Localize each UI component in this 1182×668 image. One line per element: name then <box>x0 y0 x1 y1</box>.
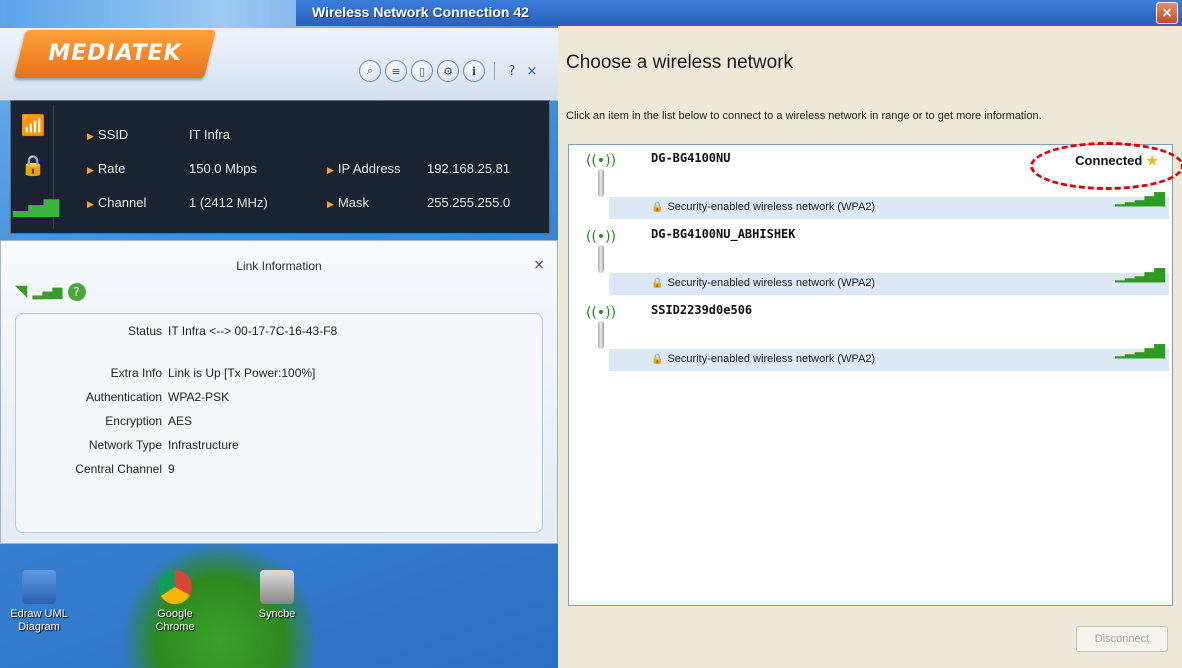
network-security: Security-enabled wireless network (WPA2) <box>651 277 875 289</box>
row-key: Extra Info <box>110 366 162 380</box>
rate-label: Rate <box>87 161 125 176</box>
help-button[interactable]: ? <box>504 64 520 79</box>
channel-label: Channel <box>87 195 146 210</box>
desktop-icon-edraw[interactable]: Edraw UML Diagram <box>4 570 74 634</box>
choose-network-description: Click an item in the list below to conne… <box>566 110 1042 122</box>
antenna-icon: 📶 <box>20 113 46 137</box>
ssid-label: SSID <box>87 127 128 142</box>
link-row-encryption: Encryption AES <box>16 414 192 428</box>
wireless-antenna-icon: ((•)) <box>583 305 619 365</box>
row-key: Network Type <box>88 438 162 452</box>
row-key: Central Channel <box>75 462 162 476</box>
wireless-antenna-icon: ((•)) <box>583 229 619 289</box>
ip-address-value: 192.168.25.81 <box>427 161 511 176</box>
row-value: Link is Up [Tx Power:100%] <box>168 366 316 380</box>
network-item-ssid2239d0e506[interactable]: ((•)) SSID2239d0e506 Security-enabled wi… <box>569 297 1172 373</box>
link-information-panel: Link Information × ◥ ▂▄▆ ? Status IT Infr… <box>0 240 558 544</box>
link-row-central-channel: Central Channel 9 <box>16 462 175 476</box>
network-item-dg-bg4100nu-abhishek[interactable]: ((•)) DG-BG4100NU_ABHISHEK Security-enab… <box>569 221 1172 297</box>
row-key: Status <box>127 324 162 338</box>
channel-value: 1 (2412 MHz) <box>189 195 268 210</box>
signal-strength-icon: ▁▂▃▅▇ <box>1115 267 1165 283</box>
connection-status-panel: 📶 🔒 ▂▄▆ SSID IT Infra Rate 150.0 Mbps Ch… <box>10 100 550 234</box>
logo-text: MEDIATEK <box>48 41 182 66</box>
link-row-authentication: Authentication WPA2-PSK <box>16 390 229 404</box>
desktop-icon-label: Edraw UML Diagram <box>10 608 68 633</box>
row-value: WPA2-PSK <box>168 390 230 404</box>
link-row-network-type: Network Type Infrastructure <box>16 438 239 452</box>
list-icon[interactable]: ≡ <box>385 60 407 82</box>
edraw-icon <box>22 570 56 604</box>
toolbar-divider <box>494 62 495 80</box>
row-key: Encryption <box>105 414 162 428</box>
wifi-icon[interactable]: ◥ <box>15 281 27 300</box>
signal-strength-icon: ▁▂▃▅▇ <box>1115 343 1165 359</box>
network-name: DG-BG4100NU <box>651 151 731 165</box>
network-security: Security-enabled wireless network (WPA2) <box>651 201 875 213</box>
network-list: ((•)) DG-BG4100NU Connected★ Security-en… <box>568 144 1173 606</box>
network-name: SSID2239d0e506 <box>651 303 753 317</box>
row-key: Authentication <box>85 390 162 404</box>
antenna-pole <box>598 321 604 349</box>
signal-strength-icon: ▁▂▃▅▇ <box>1115 191 1165 207</box>
network-name: DG-BG4100NU_ABHISHEK <box>651 227 796 241</box>
row-value: AES <box>168 414 193 428</box>
info-icon[interactable]: i <box>463 60 485 82</box>
mask-value: 255.255.255.0 <box>427 195 511 210</box>
chrome-icon <box>158 570 192 604</box>
antenna-pole <box>598 245 604 273</box>
wireless-dialog-titlebar[interactable]: Wireless Network Connection 42 × <box>296 0 1182 26</box>
close-button[interactable]: × <box>524 64 540 79</box>
ip-address-label: IP Address <box>327 161 401 176</box>
link-row-status: Status IT Infra <--> 00-17-7C-16-43-F8 <box>16 324 337 338</box>
page-icon[interactable]: ▯ <box>411 60 433 82</box>
ssid-value: IT Infra <box>189 127 230 142</box>
wireless-antenna-icon: ((•)) <box>583 153 619 213</box>
settings-gear-icon[interactable]: ⚙ <box>437 60 459 82</box>
desktop-icon-label: Syncbe <box>258 608 296 620</box>
wireless-dialog-close-button[interactable]: × <box>1156 2 1178 24</box>
mask-label: Mask <box>327 195 369 210</box>
link-row-extra-info: Extra Info Link is Up [Tx Power:100%] <box>16 366 316 380</box>
choose-network-heading: Choose a wireless network <box>566 52 794 73</box>
desktop-icon-label: Google Chrome <box>155 608 195 633</box>
network-security: Security-enabled wireless network (WPA2) <box>651 353 875 365</box>
link-information-title: Link Information <box>236 259 322 273</box>
desktop-icon-syncback[interactable]: Syncbe <box>252 570 302 621</box>
link-tab-icons: ◥ ▂▄▆ ? <box>15 281 86 301</box>
search-icon[interactable]: ⌕ <box>359 60 381 82</box>
row-value: 9 <box>168 462 175 476</box>
wireless-network-dialog: Choose a wireless network Click an item … <box>558 26 1182 668</box>
row-value: Infrastructure <box>168 438 239 452</box>
lock-icon: 🔒 <box>20 153 46 177</box>
link-details-box: Status IT Infra <--> 00-17-7C-16-43-F8 Ex… <box>15 313 543 533</box>
syncback-icon <box>260 570 294 604</box>
link-info-close-button[interactable]: × <box>533 257 545 273</box>
wireless-dialog-title: Wireless Network Connection 42 <box>312 4 529 20</box>
rate-value: 150.0 Mbps <box>189 161 257 176</box>
mediatek-utility-window: MEDIATEK ⌕ ≡ ▯ ⚙ i ? × 📶 🔒 ▂▄▆ SSID IT I… <box>0 0 558 544</box>
disconnect-button[interactable]: Disconnect <box>1076 626 1168 652</box>
annotation-dashed-circle <box>1030 142 1182 190</box>
row-value: IT Infra <--> 00-17-7C-16-43-F8 <box>168 324 338 338</box>
mediatek-logo: MEDIATEK <box>14 30 216 78</box>
mediatek-toolbar: ⌕ ≡ ▯ ⚙ i ? × <box>359 60 540 82</box>
desktop-icon-chrome[interactable]: Google Chrome <box>140 570 210 634</box>
signal-icon[interactable]: ▂▄▆ <box>32 285 62 300</box>
signal-bars-icon: ▂▄▆ <box>13 193 60 217</box>
help-icon[interactable]: ? <box>67 283 86 301</box>
status-icons: 📶 🔒 ▂▄▆ <box>13 105 60 229</box>
antenna-pole <box>598 169 604 197</box>
